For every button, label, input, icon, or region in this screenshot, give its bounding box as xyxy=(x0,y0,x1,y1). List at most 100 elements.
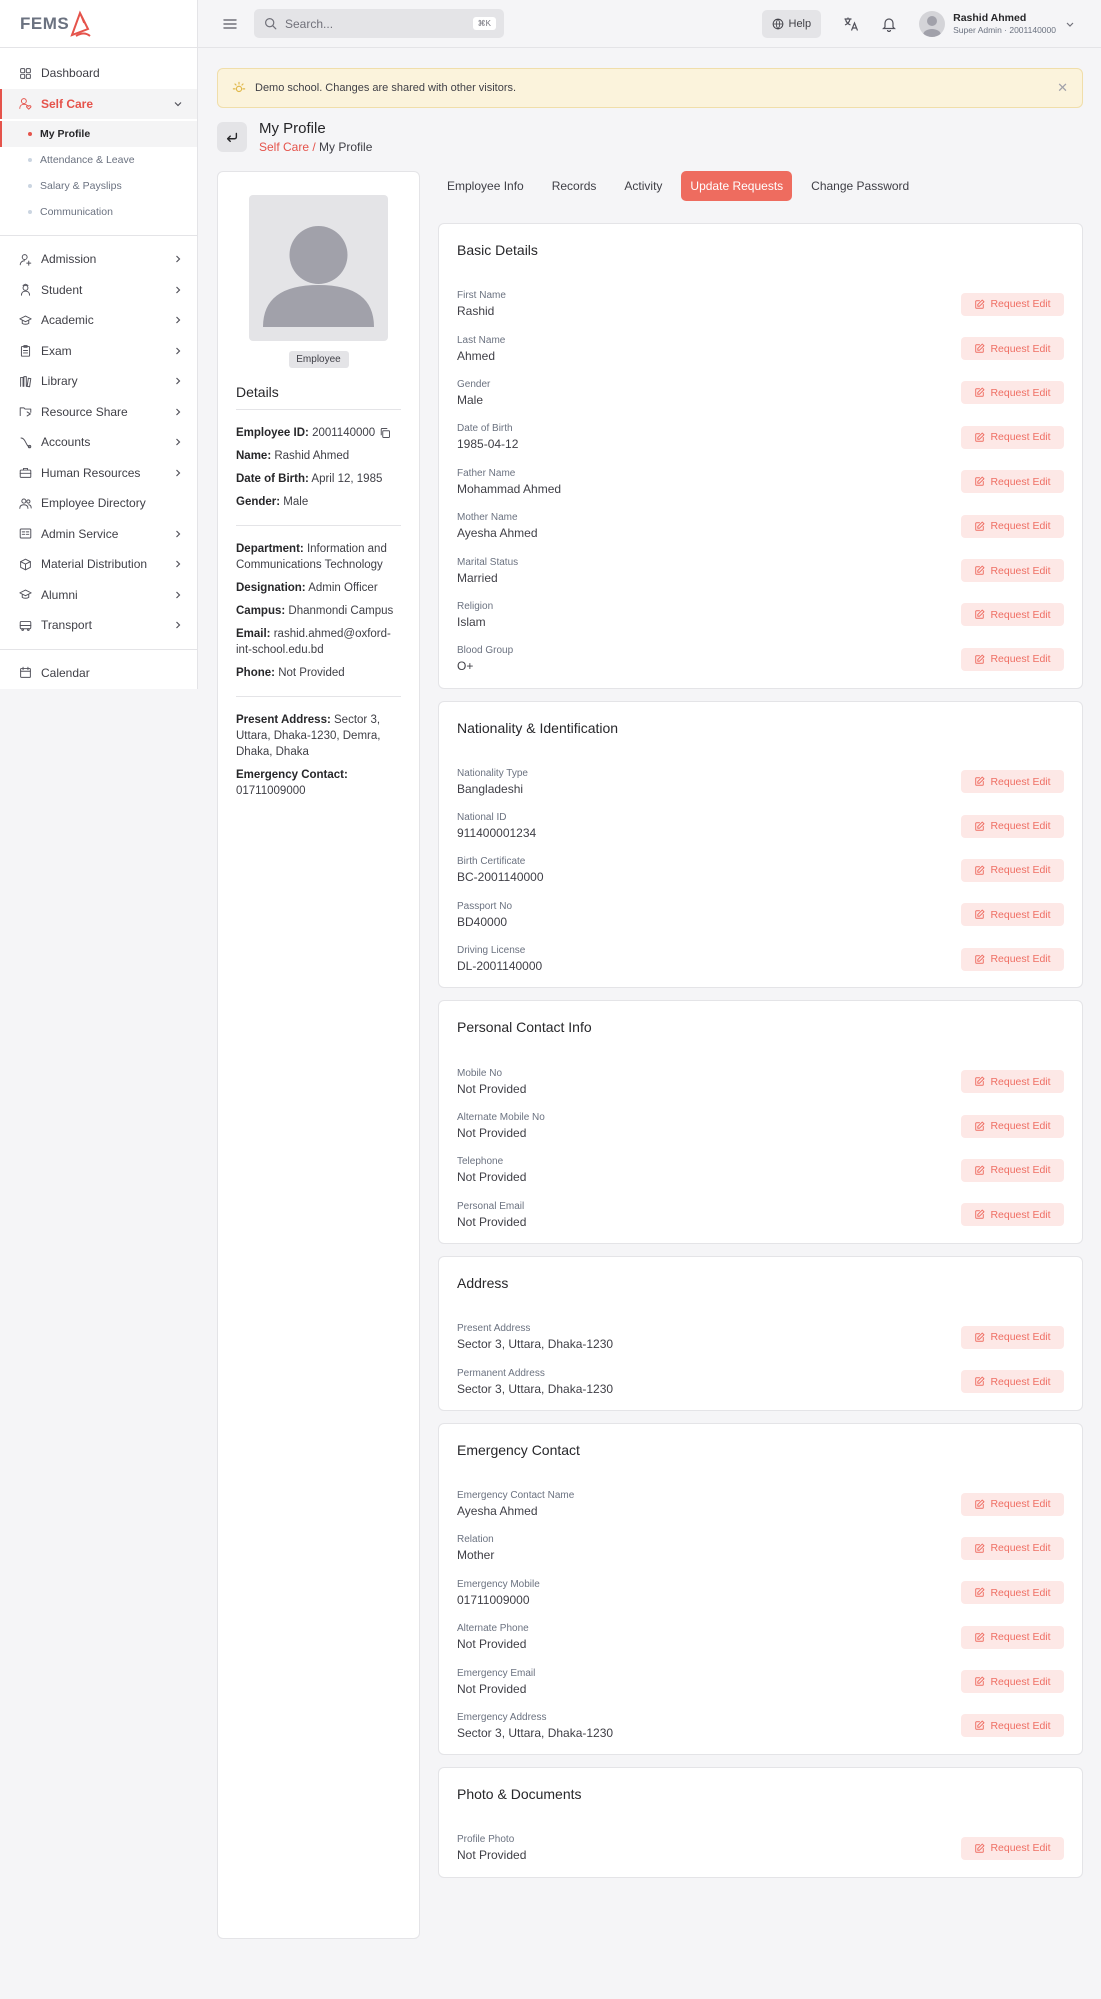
sidebar-item-label: Admission xyxy=(41,252,97,267)
translate-icon[interactable] xyxy=(843,16,859,32)
sidebar-item-accounts[interactable]: Accounts xyxy=(0,427,197,458)
bell-icon[interactable] xyxy=(881,16,897,32)
field-label: Mobile No xyxy=(457,1067,503,1079)
request-edit-button[interactable]: Request Edit xyxy=(961,947,1064,971)
sidebar-item-self-care[interactable]: Self Care xyxy=(0,88,197,119)
request-edit-button[interactable]: Request Edit xyxy=(961,559,1064,583)
tab-change-password[interactable]: Change Password xyxy=(802,171,918,201)
page-title-block: My Profile Self Care / My Profile xyxy=(247,120,372,154)
request-edit-button[interactable]: Request Edit xyxy=(961,1836,1064,1860)
detail-key: Designation: xyxy=(236,582,306,594)
request-edit-button[interactable]: Request Edit xyxy=(961,1325,1064,1349)
field-text: Last Name Ahmed xyxy=(457,335,961,363)
tab-update-requests[interactable]: Update Requests xyxy=(681,171,793,201)
detail-value: 01711009000 xyxy=(236,785,306,797)
edit-icon xyxy=(975,1121,985,1131)
sidebar-item-calendar[interactable]: Calendar xyxy=(0,658,197,689)
copy-icon[interactable] xyxy=(379,427,391,439)
request-edit-button[interactable]: Request Edit xyxy=(961,1114,1064,1138)
request-edit-button[interactable]: Request Edit xyxy=(961,381,1064,405)
request-edit-label: Request Edit xyxy=(990,608,1051,621)
section-emergency-contact: Emergency Contact Emergency Contact Name A… xyxy=(438,1422,1083,1756)
detail-key: Email: xyxy=(236,628,271,640)
sidebar-item-student[interactable]: Student xyxy=(0,275,197,306)
breadcrumb-parent[interactable]: Self Care / xyxy=(259,140,316,154)
submenu-item-my-profile[interactable]: My Profile xyxy=(0,121,197,147)
field-emergency-address: Emergency Address Sector 3, Uttara, Dhaka… xyxy=(457,1704,1064,1748)
back-button[interactable] xyxy=(217,122,247,152)
sidebar-item-employee-directory[interactable]: Employee Directory xyxy=(0,488,197,519)
request-edit-label: Request Edit xyxy=(990,1675,1051,1688)
alert-text: Demo school. Changes are shared with oth… xyxy=(255,82,517,94)
field-value: Not Provided xyxy=(457,1214,527,1229)
sidebar-item-resource-share[interactable]: Resource Share xyxy=(0,397,197,428)
request-edit-button[interactable]: Request Edit xyxy=(961,470,1064,494)
menu-icon[interactable] xyxy=(222,16,238,32)
request-edit-button[interactable]: Request Edit xyxy=(961,1625,1064,1649)
user-name: Rashid Ahmed xyxy=(953,12,1027,24)
sidebar-item-library[interactable]: Library xyxy=(0,366,197,397)
request-edit-button[interactable]: Request Edit xyxy=(961,1070,1064,1094)
help-button[interactable]: Help xyxy=(761,9,822,38)
sidebar-item-dashboard[interactable]: Dashboard xyxy=(0,58,197,89)
field-text: Religion Islam xyxy=(457,601,961,629)
sidebar-item-admin-service[interactable]: Admin Service xyxy=(0,519,197,550)
request-edit-label: Request Edit xyxy=(990,864,1051,877)
close-icon[interactable]: ✕ xyxy=(1057,80,1068,96)
user-menu[interactable]: Rashid Ahmed Super Admin · 2001140000 xyxy=(919,10,1075,37)
field-label: Present Address xyxy=(457,1323,531,1335)
sidebar-divider xyxy=(0,648,197,650)
field-value: Sector 3, Uttara, Dhaka-1230 xyxy=(457,1381,614,1396)
request-edit-button[interactable]: Request Edit xyxy=(961,1670,1064,1694)
field-date-of-birth: Date of Birth 1985-04-12 Request Edit xyxy=(457,415,1064,459)
request-edit-button[interactable]: Request Edit xyxy=(961,603,1064,627)
request-edit-label: Request Edit xyxy=(990,386,1051,399)
request-edit-button[interactable]: Request Edit xyxy=(961,770,1064,794)
field-first-name: First Name Rashid Request Edit xyxy=(457,282,1064,326)
sidebar-divider xyxy=(0,235,197,236)
submenu-item-salary-payslips[interactable]: Salary & Payslips xyxy=(0,173,197,199)
request-edit-button[interactable]: Request Edit xyxy=(961,1581,1064,1605)
sidebar-item-icon xyxy=(18,496,32,510)
submenu-item-attendance-leave[interactable]: Attendance & Leave xyxy=(0,147,197,173)
submenu-item-communication[interactable]: Communication xyxy=(0,199,197,225)
edit-icon xyxy=(975,609,985,620)
field-text: Mobile No Not Provided xyxy=(457,1068,961,1096)
logo[interactable]: FEMS xyxy=(0,0,197,48)
sidebar-item-icon xyxy=(18,588,32,602)
sidebar-item-transport[interactable]: Transport xyxy=(0,610,197,641)
tab-activity[interactable]: Activity xyxy=(615,171,671,201)
sidebar-item-notice[interactable]: Notice xyxy=(0,688,197,689)
request-edit-button[interactable]: Request Edit xyxy=(961,1370,1064,1394)
wallet-icon xyxy=(20,437,31,449)
request-edit-button[interactable]: Request Edit xyxy=(961,1714,1064,1738)
request-edit-button[interactable]: Request Edit xyxy=(961,425,1064,449)
request-edit-button[interactable]: Request Edit xyxy=(961,814,1064,838)
request-edit-button[interactable]: Request Edit xyxy=(961,292,1064,316)
sidebar-item-academic[interactable]: Academic xyxy=(0,305,197,336)
field-text: Emergency Contact Name Ayesha Ahmed xyxy=(457,1490,961,1518)
field-label: Telephone xyxy=(457,1156,504,1168)
search-input[interactable] xyxy=(285,16,473,31)
section-title: Photo & Documents xyxy=(457,1786,582,1803)
detail-value: Dhanmondi Campus xyxy=(288,605,394,617)
sidebar-item-exam[interactable]: Exam xyxy=(0,336,197,367)
request-edit-button[interactable]: Request Edit xyxy=(961,1536,1064,1560)
request-edit-button[interactable]: Request Edit xyxy=(961,514,1064,538)
request-edit-button[interactable]: Request Edit xyxy=(961,1492,1064,1516)
tab-records[interactable]: Records xyxy=(543,171,606,201)
sidebar-item-material-distribution[interactable]: Material Distribution xyxy=(0,549,197,580)
request-edit-button[interactable]: Request Edit xyxy=(961,337,1064,361)
request-edit-button[interactable]: Request Edit xyxy=(961,647,1064,671)
request-edit-button[interactable]: Request Edit xyxy=(961,1203,1064,1227)
tab-employee-info[interactable]: Employee Info xyxy=(438,171,533,201)
edit-icon xyxy=(975,1499,985,1509)
request-edit-button[interactable]: Request Edit xyxy=(961,858,1064,882)
sidebar-item-human-resources[interactable]: Human Resources xyxy=(0,458,197,489)
search-box[interactable]: ⌘K xyxy=(254,9,504,38)
sidebar-nav: Dashboard Self Care My Profile Attendance &… xyxy=(0,48,197,689)
request-edit-button[interactable]: Request Edit xyxy=(961,1158,1064,1182)
sidebar-item-alumni[interactable]: Alumni xyxy=(0,580,197,611)
sidebar-item-admission[interactable]: Admission xyxy=(0,244,197,275)
request-edit-button[interactable]: Request Edit xyxy=(961,903,1064,927)
